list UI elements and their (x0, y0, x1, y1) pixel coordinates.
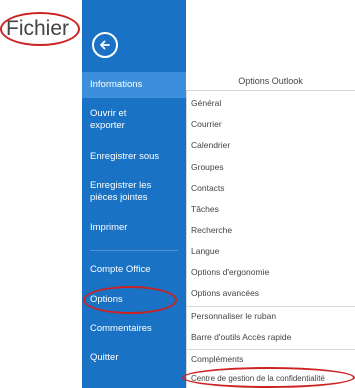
sidebar-separator (90, 250, 178, 251)
option-centre-confidentialite[interactable]: Centre de gestion de la confidentialité (191, 374, 325, 383)
option-separator (187, 306, 355, 307)
dialog-title: Options Outlook (238, 76, 303, 86)
fichier-label[interactable]: Fichier (6, 17, 69, 41)
sidebar-item-label: Enregistrer sous (90, 151, 160, 162)
sidebar-item-label: Compte Office (90, 264, 151, 275)
option-taches[interactable]: Tâches (191, 204, 219, 214)
sidebar-item-imprimer[interactable]: Imprimer (82, 222, 186, 234)
sidebar-item-commentaires[interactable]: Commentaires (82, 323, 186, 335)
backstage-sidebar: Informations Ouvrir et exporter Enregist… (82, 0, 186, 388)
sidebar-item-informations[interactable]: Informations (82, 72, 186, 98)
option-ergonomie[interactable]: Options d'ergonomie (191, 267, 269, 277)
sidebar-item-enregistrer-sous[interactable]: Enregistrer sous (82, 151, 186, 163)
options-dialog: Options Outlook Général Courrier Calendr… (186, 0, 355, 388)
option-calendrier[interactable]: Calendrier (191, 140, 230, 150)
sidebar-item-compte-office[interactable]: Compte Office (82, 264, 186, 276)
sidebar-item-label: Informations (90, 79, 143, 90)
option-recherche[interactable]: Recherche (191, 225, 232, 235)
sidebar-item-label: Ouvrir et exporter (90, 108, 127, 131)
option-complements[interactable]: Compléments (191, 354, 243, 364)
sidebar-item-label: Options (90, 294, 123, 305)
arrow-left-icon (100, 40, 110, 50)
option-personnaliser-ruban[interactable]: Personnaliser le ruban (191, 311, 276, 321)
option-langue[interactable]: Langue (191, 246, 219, 256)
options-category-list: Général Courrier Calendrier Groupes Cont… (186, 90, 355, 388)
option-groupes[interactable]: Groupes (191, 162, 224, 172)
sidebar-item-label: Quitter (90, 352, 119, 363)
option-general[interactable]: Général (191, 98, 221, 108)
option-separator (187, 349, 355, 350)
option-barre-acces-rapide[interactable]: Barre d'outils Accès rapide (191, 332, 291, 342)
sidebar-item-label: Imprimer (90, 222, 128, 233)
option-contacts[interactable]: Contacts (191, 183, 225, 193)
option-courrier[interactable]: Courrier (191, 119, 222, 129)
sidebar-item-ouvrir-et-exporter[interactable]: Ouvrir et exporter (82, 108, 162, 132)
option-avancees[interactable]: Options avancées (191, 288, 259, 298)
outlook-backstage-screenshot: Fichier Informations Ouvrir et exporter … (0, 0, 355, 388)
back-button[interactable] (92, 32, 118, 58)
sidebar-item-label: Commentaires (90, 323, 152, 334)
sidebar-item-enregistrer-pieces-jointes[interactable]: Enregistrer les pièces jointes (82, 180, 164, 204)
sidebar-item-options[interactable]: Options (82, 294, 186, 306)
sidebar-item-label: Enregistrer les pièces jointes (90, 180, 152, 203)
sidebar-item-quitter[interactable]: Quitter (82, 352, 186, 364)
